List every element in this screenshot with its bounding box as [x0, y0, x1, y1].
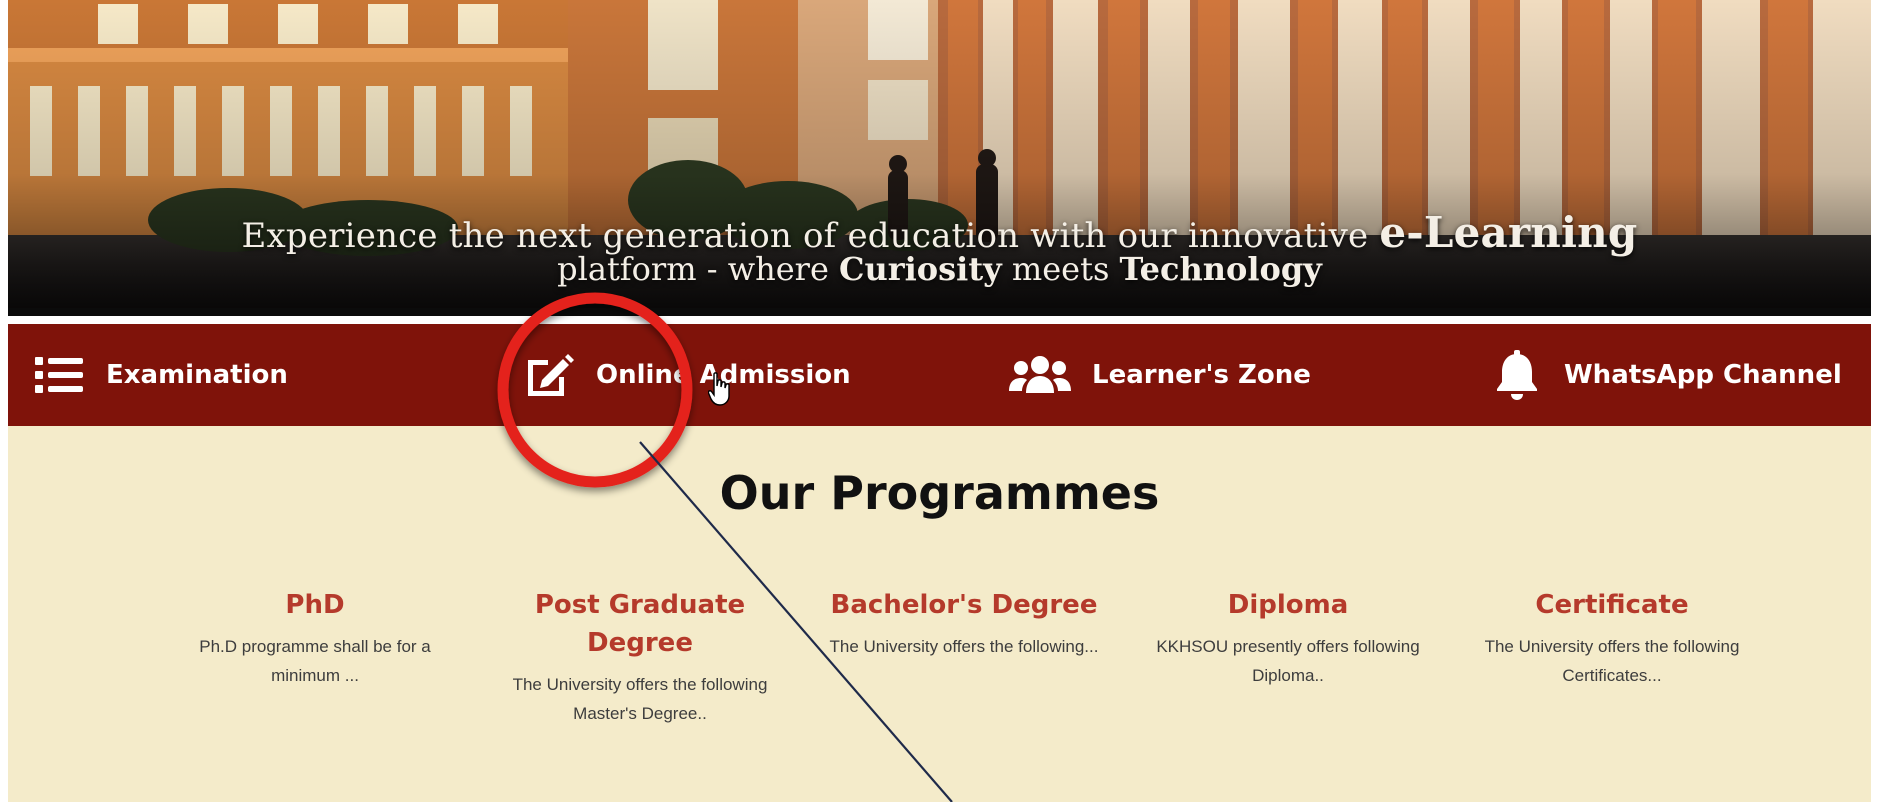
hero-caption-line-2: platform - where Curiosity meets Technol…: [8, 250, 1871, 288]
nav-label: WhatsApp Channel: [1564, 360, 1842, 390]
programme-name[interactable]: Bachelor's Degree: [819, 586, 1109, 624]
nav-item-whatsapp-channel[interactable]: WhatsApp Channel: [1490, 324, 1842, 426]
hero-caption-highlight: Curiosity: [839, 250, 1002, 288]
nav-label: Learner's Zone: [1092, 360, 1311, 390]
nav-item-online-admission[interactable]: Online Admission: [522, 324, 851, 426]
edit-icon: [522, 348, 576, 402]
hero-caption-text: meets: [1011, 250, 1110, 288]
hero-banner: Experience the next generation of educat…: [8, 0, 1871, 316]
nav-item-examination[interactable]: Examination: [32, 324, 288, 426]
page: Experience the next generation of educat…: [8, 0, 1871, 802]
programme-description: Ph.D programme shall be for a minimum ..…: [199, 637, 431, 685]
quick-links-bar: Examination Online Admission Learner's Z…: [8, 324, 1871, 426]
programme-description: The University offers the following...: [829, 637, 1099, 656]
nav-item-learners-zone[interactable]: Learner's Zone: [1008, 324, 1311, 426]
nav-label: Examination: [106, 360, 288, 390]
programmes-section: Our Programmes PhD Ph.D programme shall …: [8, 426, 1871, 802]
programme-card-certificate[interactable]: Certificate The University offers the fo…: [1467, 586, 1757, 690]
programme-card-bachelor[interactable]: Bachelor's Degree The University offers …: [819, 586, 1109, 661]
programme-card-diploma[interactable]: Diploma KKHSOU presently offers followin…: [1143, 586, 1433, 690]
programme-description: The University offers the following Mast…: [512, 675, 768, 723]
programme-description: The University offers the following Cert…: [1484, 637, 1740, 685]
programme-name[interactable]: Diploma: [1143, 586, 1433, 624]
hand-cursor-icon: [708, 372, 730, 406]
programme-name[interactable]: Post Graduate Degree: [495, 586, 785, 662]
hero-caption-text: platform - where: [557, 250, 829, 288]
programme-name[interactable]: PhD: [170, 586, 460, 624]
programme-name[interactable]: Certificate: [1467, 586, 1757, 624]
list-icon: [32, 348, 86, 402]
programme-card-post-graduate[interactable]: Post Graduate Degree The University offe…: [495, 586, 785, 728]
hero-caption-highlight: Technology: [1119, 250, 1322, 288]
bell-icon: [1490, 348, 1544, 402]
programme-description: KKHSOU presently offers following Diplom…: [1156, 637, 1420, 685]
users-icon: [1008, 348, 1072, 402]
section-title: Our Programmes: [719, 466, 1160, 520]
programme-card-phd[interactable]: PhD Ph.D programme shall be for a minimu…: [170, 586, 460, 690]
